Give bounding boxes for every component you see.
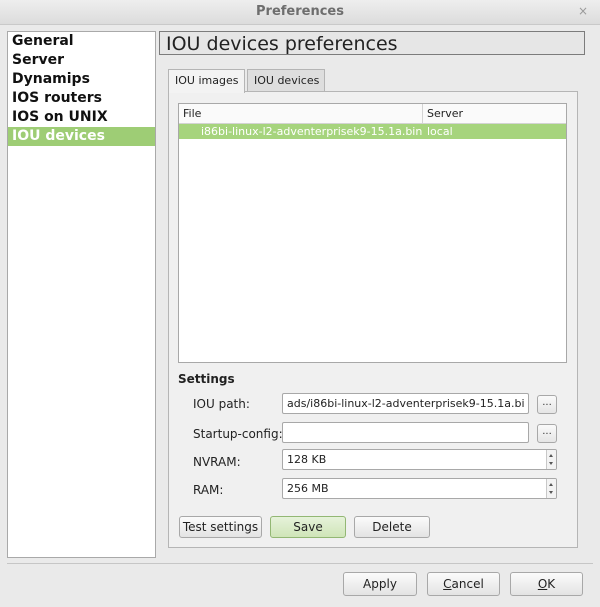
sidebar-item-iou-devices[interactable]: IOU devices bbox=[8, 127, 155, 146]
cancel-label: ancel bbox=[451, 577, 484, 591]
cancel-mnemonic: C bbox=[443, 577, 452, 591]
title-bar: Preferences × bbox=[0, 0, 600, 25]
page-title: IOU devices preferences bbox=[159, 31, 585, 55]
sidebar-item-dynamips[interactable]: Dynamips bbox=[8, 70, 155, 89]
table-row[interactable]: i86bi-linux-l2-adventerprisek9-15.1a.bin… bbox=[179, 124, 566, 139]
window-title: Preferences bbox=[256, 4, 344, 19]
ram-value: 256 MB bbox=[287, 482, 329, 495]
iou-path-input[interactable] bbox=[282, 393, 529, 414]
nvram-value: 128 KB bbox=[287, 453, 327, 466]
images-table: File Server i86bi-linux-l2-adventerprise… bbox=[178, 103, 567, 363]
ok-button[interactable]: OK bbox=[510, 572, 583, 596]
iou-path-browse-button[interactable]: ... bbox=[537, 395, 557, 414]
tab-iou-images[interactable]: IOU images bbox=[168, 69, 245, 93]
cancel-button[interactable]: Cancel bbox=[427, 572, 500, 596]
nvram-stepper-arrows[interactable] bbox=[546, 450, 556, 469]
footer-divider bbox=[7, 563, 593, 564]
test-settings-button[interactable]: Test settings bbox=[179, 516, 262, 538]
column-header-server[interactable]: Server bbox=[423, 104, 566, 123]
sidebar-item-general[interactable]: General bbox=[8, 32, 155, 51]
ram-spinbox[interactable]: 256 MB bbox=[282, 478, 557, 499]
sidebar-item-server[interactable]: Server bbox=[8, 51, 155, 70]
column-header-file[interactable]: File bbox=[179, 104, 423, 123]
iou-path-label: IOU path: bbox=[193, 397, 250, 411]
startup-config-input[interactable] bbox=[282, 422, 529, 443]
sidebar: General Server Dynamips IOS routers IOS … bbox=[7, 31, 156, 558]
nvram-spinbox[interactable]: 128 KB bbox=[282, 449, 557, 470]
settings-heading: Settings bbox=[178, 372, 235, 386]
cell-server: local bbox=[427, 125, 453, 138]
ok-mnemonic: O bbox=[537, 577, 548, 591]
table-header: File Server bbox=[179, 104, 566, 124]
cell-file: i86bi-linux-l2-adventerprisek9-15.1a.bin bbox=[201, 125, 423, 138]
ram-stepper-arrows[interactable] bbox=[546, 479, 556, 498]
tab-iou-devices[interactable]: IOU devices bbox=[247, 69, 325, 91]
sidebar-item-ios-routers[interactable]: IOS routers bbox=[8, 89, 155, 108]
sidebar-item-ios-on-unix[interactable]: IOS on UNIX bbox=[8, 108, 155, 127]
startup-config-browse-button[interactable]: ... bbox=[537, 424, 557, 443]
apply-button[interactable]: Apply bbox=[343, 572, 417, 596]
arrow-up-icon[interactable] bbox=[549, 483, 553, 486]
ok-label: K bbox=[547, 577, 556, 591]
ram-label: RAM: bbox=[193, 483, 224, 497]
nvram-label: NVRAM: bbox=[193, 455, 241, 469]
close-icon[interactable]: × bbox=[578, 4, 588, 18]
save-button[interactable]: Save bbox=[270, 516, 346, 538]
arrow-down-icon[interactable] bbox=[549, 462, 553, 465]
startup-config-label: Startup-config: bbox=[193, 427, 283, 441]
arrow-up-icon[interactable] bbox=[549, 454, 553, 457]
arrow-down-icon[interactable] bbox=[549, 491, 553, 494]
delete-button[interactable]: Delete bbox=[354, 516, 430, 538]
